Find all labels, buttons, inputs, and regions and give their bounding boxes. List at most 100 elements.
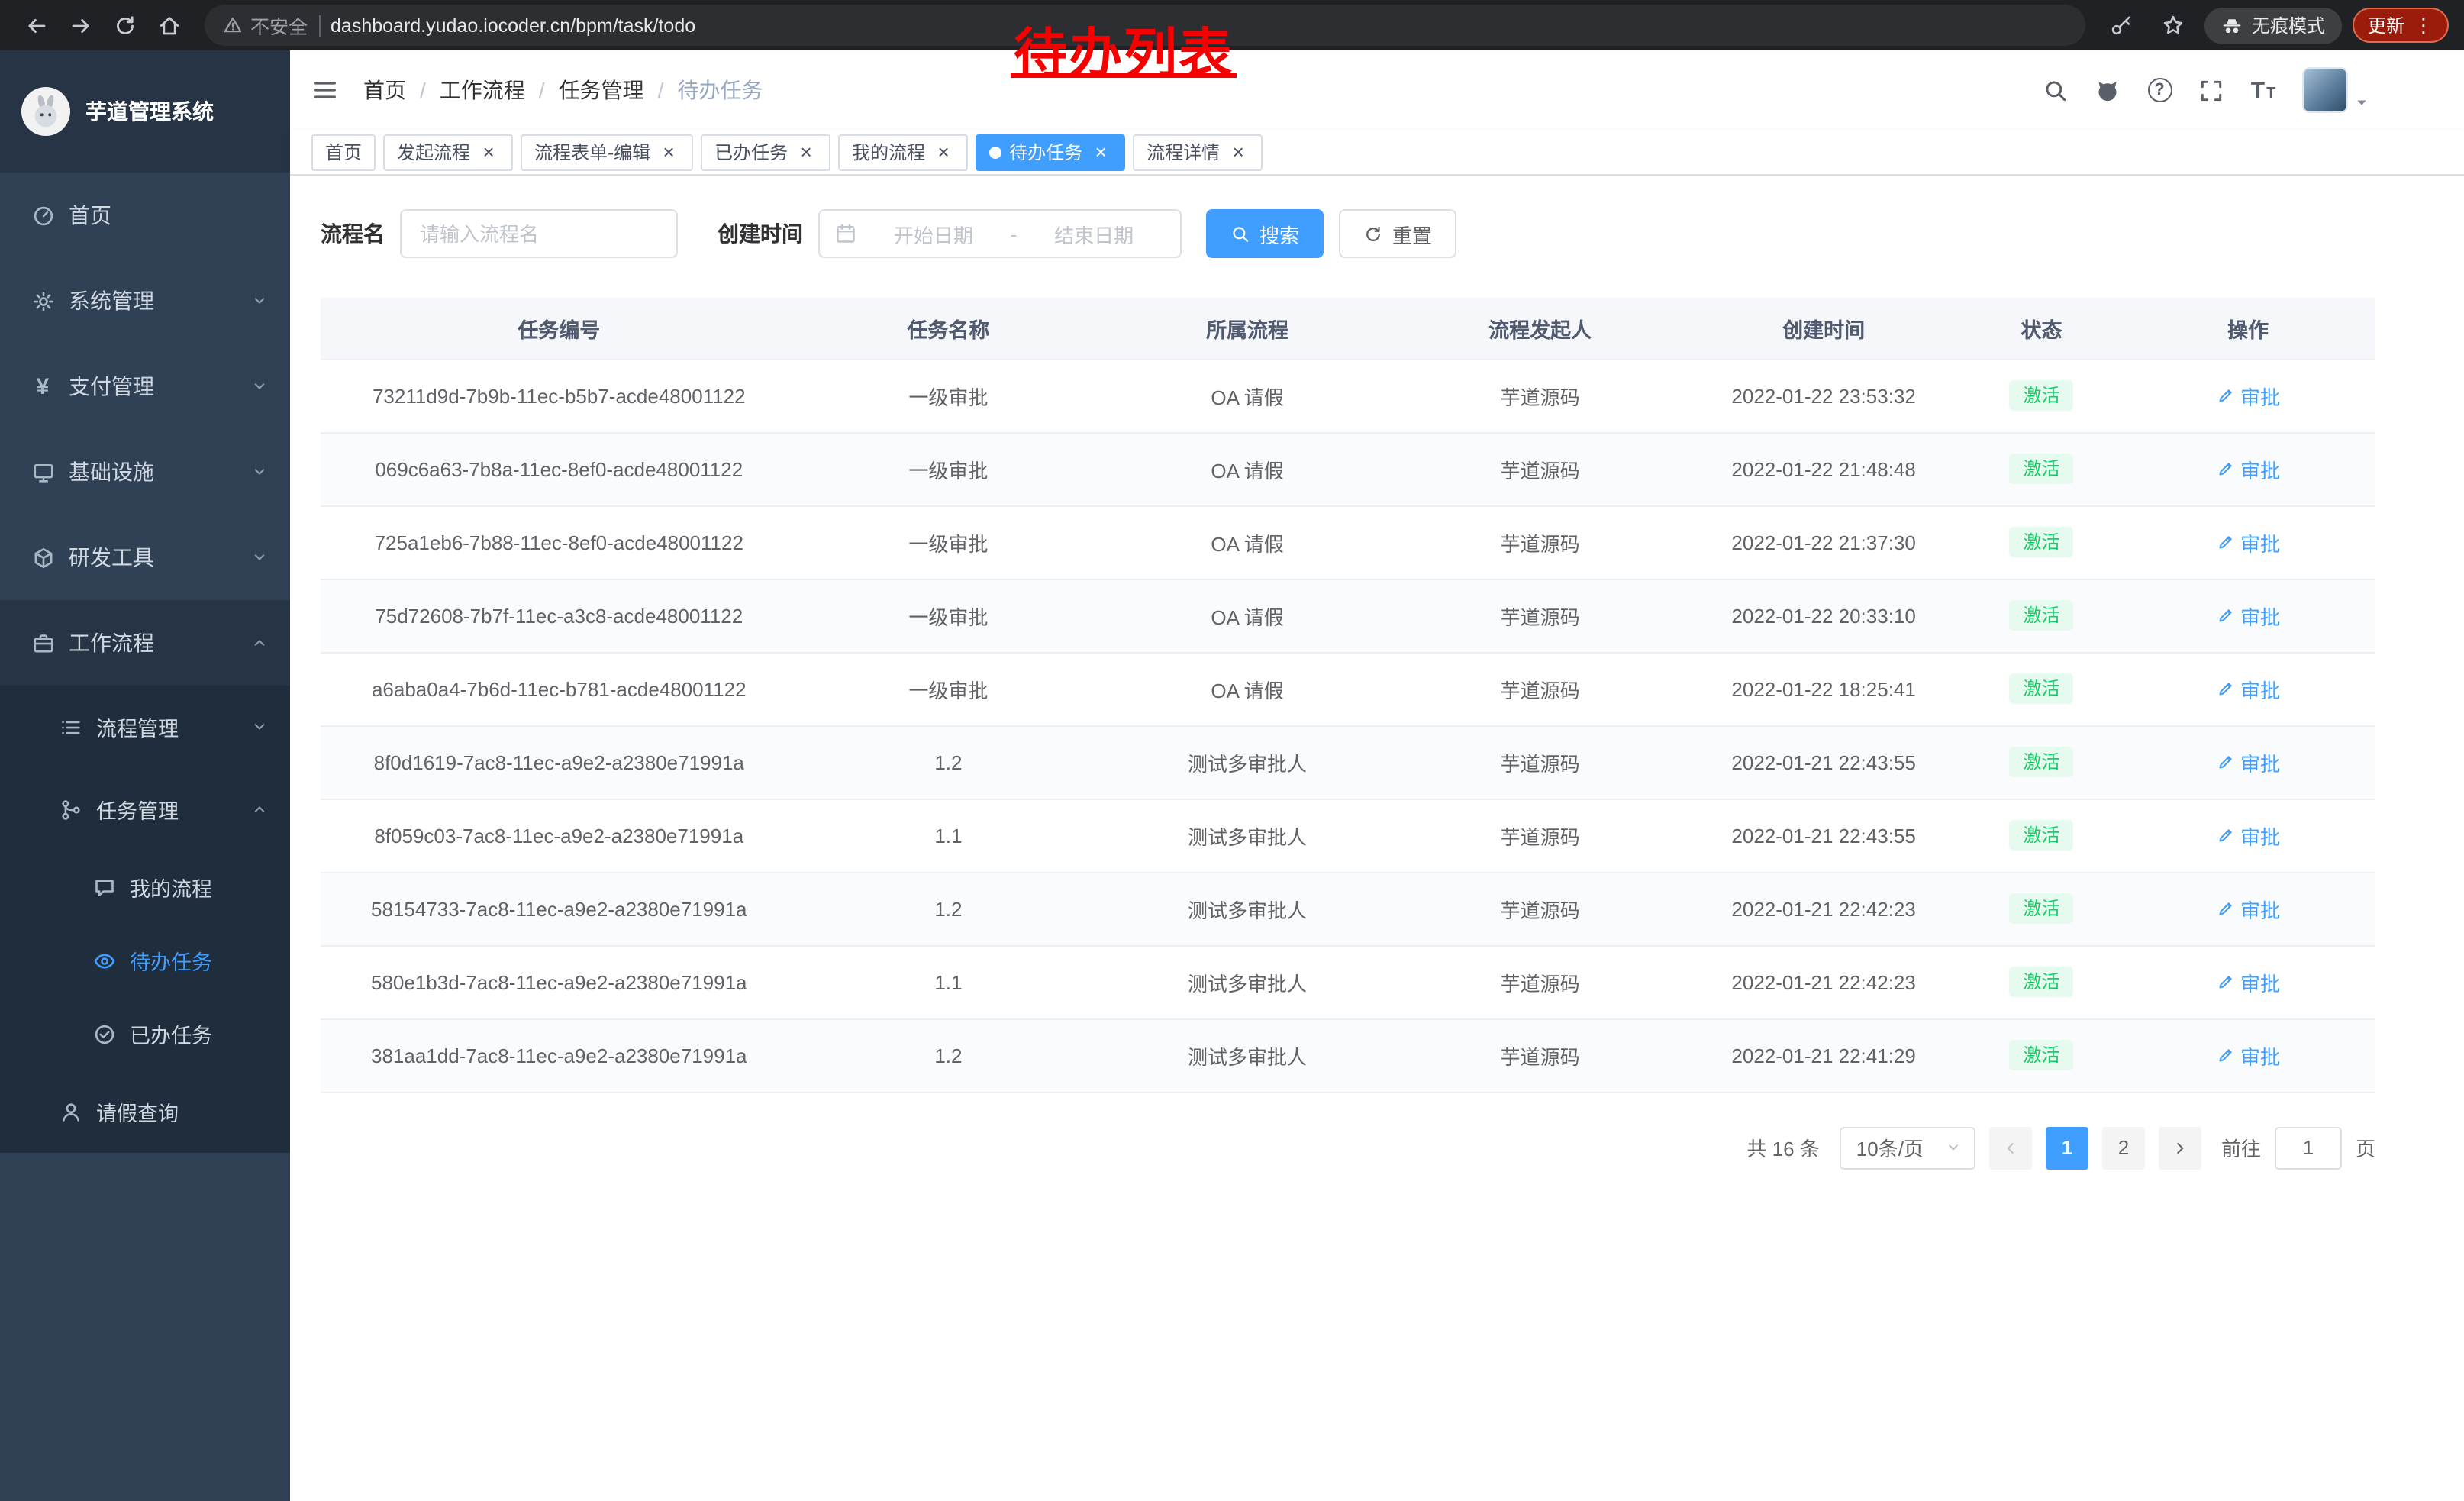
approve-link[interactable]: 审批 bbox=[2216, 821, 2280, 850]
page-size-select[interactable]: 10条/页 bbox=[1840, 1126, 1975, 1169]
sidebar-item-leave-query[interactable]: 请假查询 bbox=[0, 1070, 290, 1153]
forward-button[interactable] bbox=[60, 5, 101, 46]
password-manager-button[interactable] bbox=[2101, 5, 2142, 46]
close-icon[interactable]: × bbox=[1227, 141, 1249, 163]
security-chip[interactable]: 不安全 bbox=[223, 11, 308, 40]
sidebar-item-devtools[interactable]: 研发工具 bbox=[0, 515, 290, 600]
pen-icon bbox=[2216, 460, 2234, 478]
sidebar: 芋道管理系统 首页系统管理¥支付管理基础设施研发工具工作流程流程管理任务管理我的… bbox=[0, 50, 290, 1501]
browser-menu-icon[interactable]: ⋮ bbox=[2414, 15, 2433, 35]
cell-task-id: 725a1eb6-7b88-11ec-8ef0-acde48001122 bbox=[321, 505, 798, 579]
cell-task-id: 069c6a63-7b8a-11ec-8ef0-acde48001122 bbox=[321, 432, 798, 505]
cell-initiator: 芋道源码 bbox=[1395, 945, 1685, 1018]
table-row: 725a1eb6-7b88-11ec-8ef0-acde48001122一级审批… bbox=[321, 505, 2375, 579]
close-icon[interactable]: × bbox=[933, 141, 954, 163]
search-label: 搜索 bbox=[1259, 219, 1299, 248]
cell-process: OA 请假 bbox=[1099, 359, 1395, 432]
tab-process-detail[interactable]: 流程详情 × bbox=[1133, 134, 1263, 170]
back-button[interactable] bbox=[15, 5, 56, 46]
sidebar-item-todo-tasks[interactable]: 待办任务 bbox=[0, 924, 290, 997]
github-button[interactable] bbox=[2095, 77, 2121, 103]
pen-icon bbox=[2216, 826, 2234, 844]
approve-link[interactable]: 审批 bbox=[2216, 601, 2280, 630]
search-button[interactable] bbox=[2043, 77, 2069, 103]
tab-home[interactable]: 首页 bbox=[311, 134, 376, 170]
cell-task-id: 8f0d1619-7ac8-11ec-a9e2-a2380e71991a bbox=[321, 725, 798, 799]
update-button[interactable]: 更新 ⋮ bbox=[2353, 8, 2449, 43]
page-button-1[interactable]: 1 bbox=[2046, 1126, 2088, 1169]
approve-link[interactable]: 审批 bbox=[2216, 674, 2280, 703]
sidebar-item-label: 流程管理 bbox=[96, 712, 237, 742]
cell-initiator: 芋道源码 bbox=[1395, 579, 1685, 652]
reset-button[interactable]: 重置 bbox=[1339, 209, 1456, 258]
sidebar-item-done-tasks[interactable]: 已办任务 bbox=[0, 997, 290, 1070]
tab-done-tasks[interactable]: 已办任务× bbox=[701, 134, 830, 170]
main-area: 首页 / 工作流程 / 任务管理 / 待办任务 ? TT bbox=[290, 50, 2464, 1501]
tab-start-process[interactable]: 发起流程× bbox=[383, 134, 513, 170]
close-icon[interactable]: × bbox=[795, 141, 817, 163]
sidebar-item-system[interactable]: 系统管理 bbox=[0, 258, 290, 344]
close-icon[interactable]: × bbox=[478, 141, 499, 163]
app-logo[interactable]: 芋道管理系统 bbox=[0, 50, 290, 173]
help-button[interactable]: ? bbox=[2146, 77, 2172, 103]
incognito-badge: 无痕模式 bbox=[2204, 7, 2342, 44]
sidebar-item-task-management[interactable]: 任务管理 bbox=[0, 768, 290, 851]
breadcrumb-workflow[interactable]: 工作流程 bbox=[440, 75, 525, 105]
reload-icon bbox=[112, 13, 137, 37]
sidebar-item-infrastructure[interactable]: 基础设施 bbox=[0, 429, 290, 515]
create-time-label: 创建时间 bbox=[718, 218, 803, 249]
approve-link[interactable]: 审批 bbox=[2216, 381, 2280, 410]
cell-process: 测试多审批人 bbox=[1099, 945, 1395, 1018]
cell-create-time: 2022-01-21 22:43:55 bbox=[1685, 799, 1962, 872]
bookmark-button[interactable] bbox=[2153, 5, 2194, 46]
column-header: 状态 bbox=[1962, 298, 2121, 359]
sidebar-item-payment[interactable]: ¥支付管理 bbox=[0, 344, 290, 429]
cell-status: 激活 bbox=[1962, 1018, 2121, 1092]
date-range-picker[interactable]: 开始日期 - 结束日期 bbox=[818, 209, 1182, 258]
taskmgmt-icon bbox=[58, 797, 82, 822]
approve-link[interactable]: 审批 bbox=[2216, 747, 2280, 776]
search-button-filter[interactable]: 搜索 bbox=[1206, 209, 1324, 258]
approve-link[interactable]: 审批 bbox=[2216, 967, 2280, 996]
tab-label: 流程详情 bbox=[1147, 139, 1220, 165]
sidebar-item-workflow[interactable]: 工作流程 bbox=[0, 600, 290, 686]
goto-page-input[interactable] bbox=[2275, 1126, 2342, 1169]
breadcrumb-home[interactable]: 首页 bbox=[363, 75, 406, 105]
next-page-button[interactable] bbox=[2159, 1126, 2201, 1169]
close-icon[interactable]: × bbox=[658, 141, 679, 163]
tab-form-edit[interactable]: 流程表单-编辑× bbox=[521, 134, 693, 170]
cell-status: 激活 bbox=[1962, 359, 2121, 432]
page-content: 流程名 创建时间 开始日期 - 结束日期 搜索 重 bbox=[290, 176, 2464, 1501]
fullscreen-button[interactable] bbox=[2198, 77, 2224, 103]
approve-link[interactable]: 审批 bbox=[2216, 528, 2280, 557]
approve-link[interactable]: 审批 bbox=[2216, 894, 2280, 923]
eye-icon bbox=[92, 948, 116, 973]
cell-task-name: 1.2 bbox=[798, 725, 1100, 799]
approve-link[interactable]: 审批 bbox=[2216, 454, 2280, 483]
font-size-button[interactable]: TT bbox=[2250, 77, 2276, 103]
tab-todo-tasks[interactable]: 待办任务× bbox=[976, 134, 1125, 170]
sidebar-item-process-management[interactable]: 流程管理 bbox=[0, 686, 290, 768]
status-badge: 激活 bbox=[2009, 967, 2073, 998]
reload-button[interactable] bbox=[104, 5, 145, 46]
home-button[interactable] bbox=[148, 5, 189, 46]
prev-page-button[interactable] bbox=[1989, 1126, 2032, 1169]
sidebar-item-my-process[interactable]: 我的流程 bbox=[0, 851, 290, 924]
close-icon[interactable]: × bbox=[1090, 141, 1111, 163]
approve-link[interactable]: 审批 bbox=[2216, 1041, 2280, 1070]
cell-create-time: 2022-01-21 22:43:55 bbox=[1685, 725, 1962, 799]
cell-actions: 审批 bbox=[2121, 945, 2375, 1018]
incognito-label: 无痕模式 bbox=[2252, 12, 2325, 38]
tab-my-process[interactable]: 我的流程 × bbox=[838, 134, 968, 170]
dashboard-icon bbox=[31, 203, 55, 228]
process-name-input[interactable] bbox=[400, 209, 678, 258]
sidebar-toggle-button[interactable] bbox=[311, 76, 339, 104]
star-icon bbox=[2162, 14, 2185, 37]
status-badge: 激活 bbox=[2009, 820, 2073, 851]
breadcrumb-task-management[interactable]: 任务管理 bbox=[559, 75, 644, 105]
cell-task-name: 1.2 bbox=[798, 1018, 1100, 1092]
sidebar-item-home[interactable]: 首页 bbox=[0, 173, 290, 258]
tab-label: 我的流程 bbox=[852, 139, 925, 165]
user-menu[interactable] bbox=[2302, 67, 2369, 113]
page-button-2[interactable]: 2 bbox=[2102, 1126, 2145, 1169]
